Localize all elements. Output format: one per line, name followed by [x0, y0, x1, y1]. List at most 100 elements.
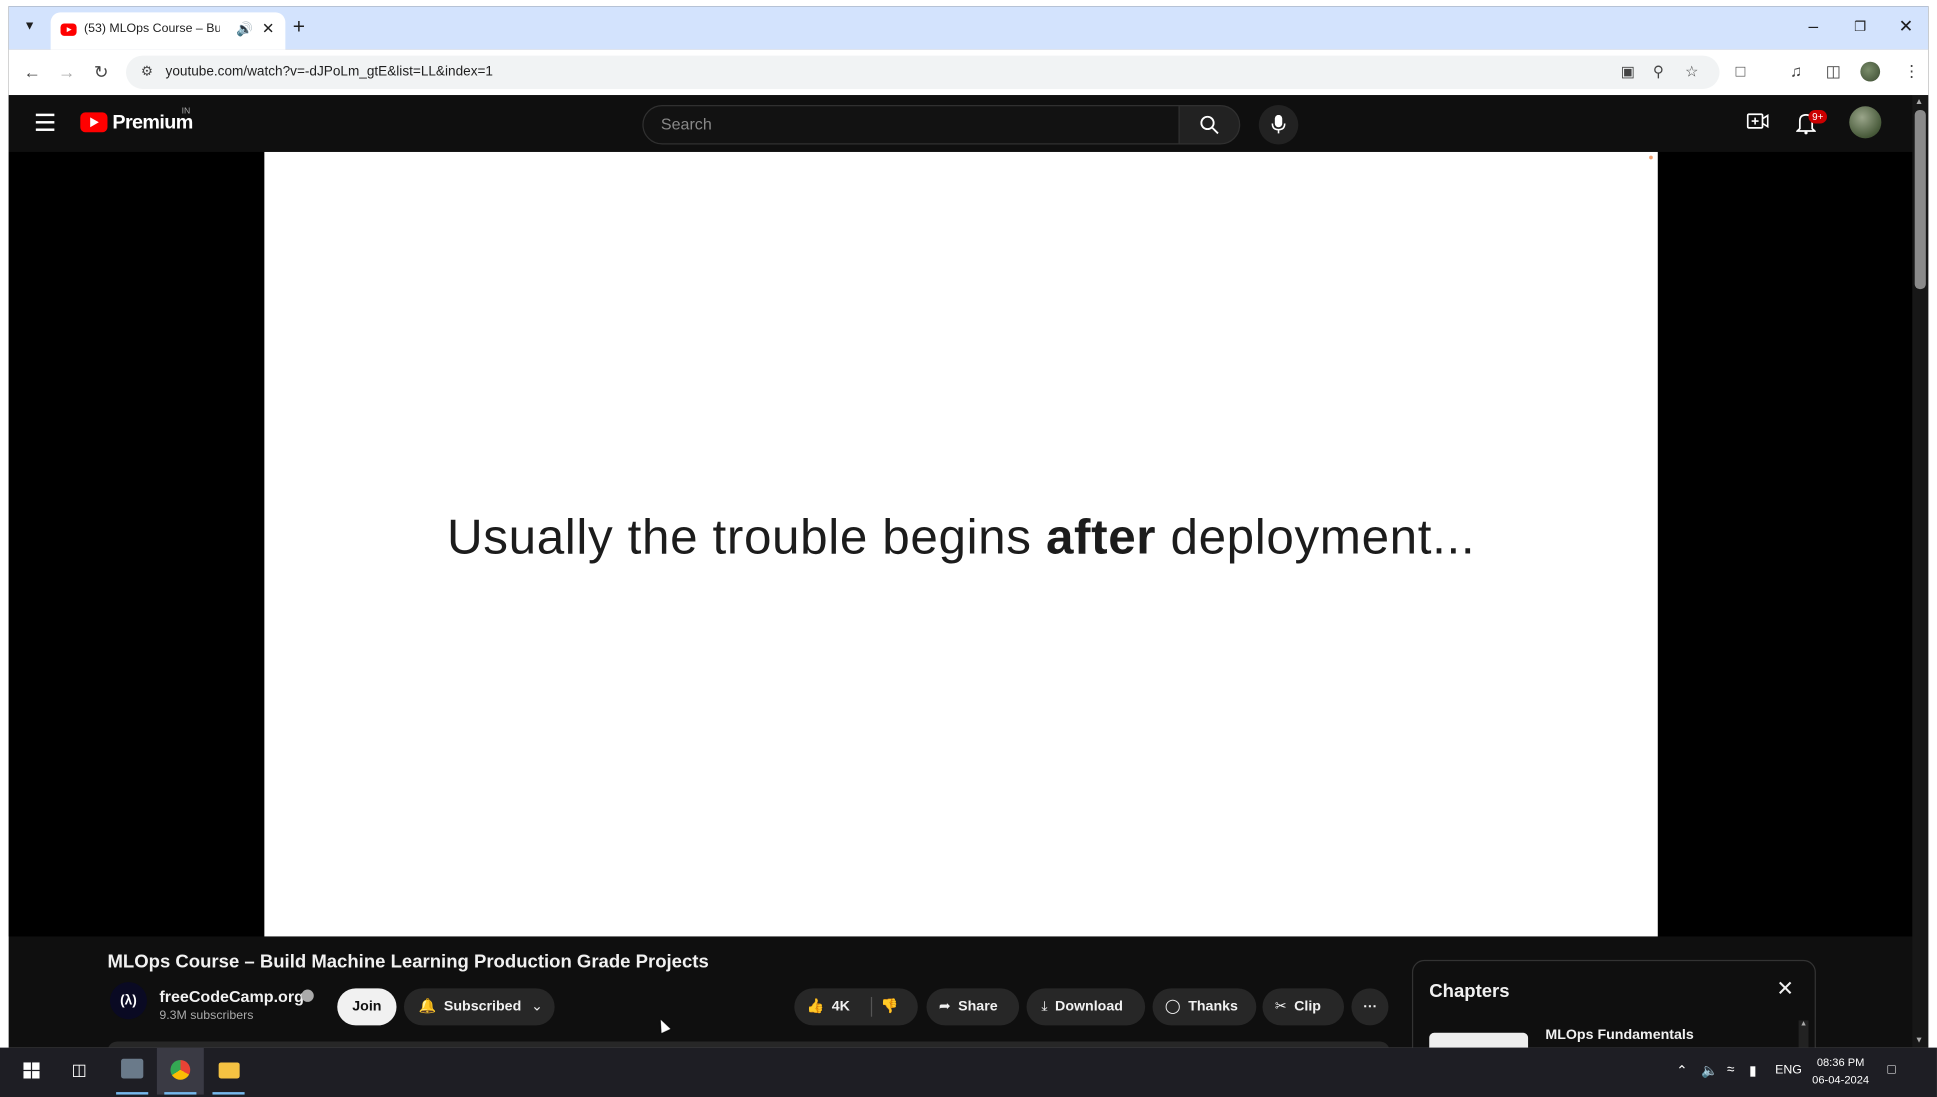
share-icon: ➦	[938, 999, 951, 1015]
more-icon: ⋯	[1362, 999, 1378, 1015]
create-icon	[1746, 113, 1769, 129]
language-indicator[interactable]: ENG	[1775, 1064, 1802, 1078]
page-scrollbar[interactable]: ▲ ▼	[1912, 95, 1929, 1048]
browser-profile-avatar[interactable]	[1860, 61, 1881, 82]
media-control-icon[interactable]: ♫	[1790, 62, 1802, 81]
search-button[interactable]	[1178, 105, 1241, 145]
battery-icon[interactable]: ▮	[1749, 1062, 1756, 1079]
chapters-panel: Chapters ✕ MLOps Fundamentals ▲	[1411, 959, 1816, 1048]
youtube-header: Premium IN 9+	[8, 95, 1913, 152]
download-label: Download	[1055, 999, 1123, 1015]
clip-label: Clip	[1294, 999, 1321, 1015]
chapters-heading: Chapters	[1429, 980, 1510, 1002]
chapter-item[interactable]: MLOps Fundamentals	[1545, 1028, 1693, 1043]
show-hidden-icons[interactable]: ⌃	[1676, 1062, 1687, 1079]
share-button[interactable]: ➦ Share	[926, 988, 1020, 1026]
bookmark-star-icon[interactable]: ☆	[1685, 63, 1698, 80]
subscribed-button[interactable]: 🔔 Subscribed ⌄	[403, 988, 555, 1026]
subscriber-count: 9.3M subscribers	[159, 1009, 254, 1023]
bell-icon: 🔔	[418, 999, 437, 1015]
browser-tab[interactable]: (53) MLOps Course – Build 🔊 ✕	[50, 12, 286, 50]
clock-date: 06-04-2024	[1812, 1073, 1870, 1086]
volume-icon[interactable]: 🔈	[1701, 1062, 1718, 1079]
address-bar[interactable]: ⚙ youtube.com/watch?v=-dJPoLm_gtE&list=L…	[126, 55, 1720, 89]
search-box	[642, 105, 1180, 145]
verified-badge-icon	[301, 989, 314, 1002]
taskbar-chrome[interactable]	[156, 1047, 204, 1095]
url-text: youtube.com/watch?v=-dJPoLm_gtE&list=LL&…	[165, 64, 493, 80]
scroll-down-icon[interactable]: ▼	[1915, 1037, 1924, 1046]
search-input[interactable]	[658, 113, 1158, 135]
share-label: Share	[958, 999, 998, 1015]
close-window-button[interactable]: ✕	[1899, 16, 1913, 37]
browser-toolbar: ← → ↻ ⚙ youtube.com/watch?v=-dJPoLm_gtE&…	[8, 49, 1929, 96]
search-icon	[1200, 115, 1219, 135]
site-info-icon[interactable]: ⚙	[141, 63, 153, 79]
more-actions-button[interactable]: ⋯	[1351, 988, 1389, 1026]
download-button[interactable]: ⤓ Download	[1026, 988, 1146, 1026]
new-tab-button[interactable]: +	[293, 15, 305, 40]
install-app-icon[interactable]: ▣	[1621, 63, 1635, 80]
app-icon	[121, 1058, 144, 1079]
channel-name[interactable]: freeCodeCamp.org	[159, 987, 304, 1006]
country-code: IN	[181, 107, 191, 117]
audio-playing-icon[interactable]: 🔊	[236, 21, 253, 37]
thanks-button[interactable]: ◯ Thanks	[1152, 988, 1257, 1026]
menu-hamburger-icon[interactable]	[35, 113, 55, 136]
folder-icon	[218, 1062, 240, 1079]
youtube-logo-icon[interactable]	[80, 112, 108, 133]
tab-title: (53) MLOps Course – Build	[84, 22, 220, 36]
slide-caption: Usually the trouble begins after deploym…	[264, 510, 1657, 566]
clock-time: 08:36 PM	[1816, 1056, 1865, 1069]
youtube-favicon-icon	[60, 23, 77, 36]
windows-start-icon[interactable]	[23, 1062, 40, 1079]
scissors-icon: ✂	[1274, 999, 1287, 1015]
browser-window: ▼ (53) MLOps Course – Build 🔊 ✕ + – ❐ ✕ …	[8, 6, 1929, 1048]
mouse-cursor	[656, 1017, 671, 1034]
scroll-up-icon[interactable]: ▲	[1915, 98, 1924, 107]
chapters-scrollbar[interactable]: ▲	[1798, 1020, 1809, 1048]
minimize-button[interactable]: –	[1808, 16, 1818, 36]
back-button[interactable]: ←	[23, 62, 40, 82]
taskbar-clock[interactable]: 08:36 PM 06-04-2024	[1812, 1054, 1869, 1089]
video-player[interactable]: Usually the trouble begins after deploym…	[8, 151, 1913, 937]
tab-close-icon[interactable]: ✕	[262, 20, 274, 37]
chapter-thumbnail[interactable]	[1429, 1032, 1529, 1048]
forward-button[interactable]: →	[58, 62, 75, 82]
clip-button[interactable]: ✂ Clip	[1262, 988, 1345, 1026]
subscribed-label: Subscribed	[443, 999, 522, 1015]
taskbar-app-1[interactable]	[109, 1048, 156, 1095]
task-view-button[interactable]: ◫	[57, 1048, 104, 1095]
thumbs-up-icon: 👍	[806, 999, 825, 1015]
account-avatar[interactable]	[1849, 106, 1882, 139]
zoom-icon[interactable]: ⚲	[1653, 63, 1664, 80]
download-icon: ⤓	[1041, 999, 1048, 1015]
frame-marker	[1649, 155, 1653, 160]
windows-taskbar: ◫ ⌃ 🔈 ≈ ▮ ENG 08:36 PM 06-04-2024 □	[0, 1047, 1937, 1097]
thanks-label: Thanks	[1188, 999, 1238, 1015]
video-title: MLOps Course – Build Machine Learning Pr…	[107, 951, 709, 973]
like-count: 4K	[831, 999, 850, 1015]
network-icon[interactable]: ≈	[1727, 1062, 1734, 1077]
channel-avatar[interactable]: (λ)	[109, 982, 148, 1020]
restore-button[interactable]: ❐	[1854, 19, 1866, 35]
reload-button[interactable]: ↻	[94, 62, 108, 82]
extensions-icon[interactable]: □	[1736, 62, 1746, 81]
video-frame[interactable]: Usually the trouble begins after deploym…	[264, 151, 1658, 937]
notification-center-icon[interactable]: □	[1888, 1062, 1896, 1077]
task-view-icon: ◫	[71, 1059, 87, 1079]
microphone-icon	[1271, 114, 1286, 134]
join-button[interactable]: Join	[337, 988, 397, 1026]
create-video-button[interactable]	[1746, 112, 1769, 135]
side-panel-icon[interactable]: ◫	[1826, 62, 1841, 82]
voice-search-button[interactable]	[1258, 105, 1299, 145]
browser-menu-icon[interactable]: ⋮	[1904, 62, 1920, 82]
slide-text-after: deployment...	[1156, 510, 1476, 565]
dislike-button[interactable]: 👎	[881, 988, 899, 1025]
like-button[interactable]: 👍 4K 👎	[794, 988, 918, 1026]
tab-search-icon[interactable]: ▼	[19, 16, 41, 38]
notification-badge: 9+	[1808, 109, 1828, 124]
close-chapters-icon[interactable]: ✕	[1776, 977, 1794, 1002]
scrollbar-thumb[interactable]	[1914, 109, 1926, 290]
taskbar-file-explorer[interactable]	[205, 1048, 252, 1095]
